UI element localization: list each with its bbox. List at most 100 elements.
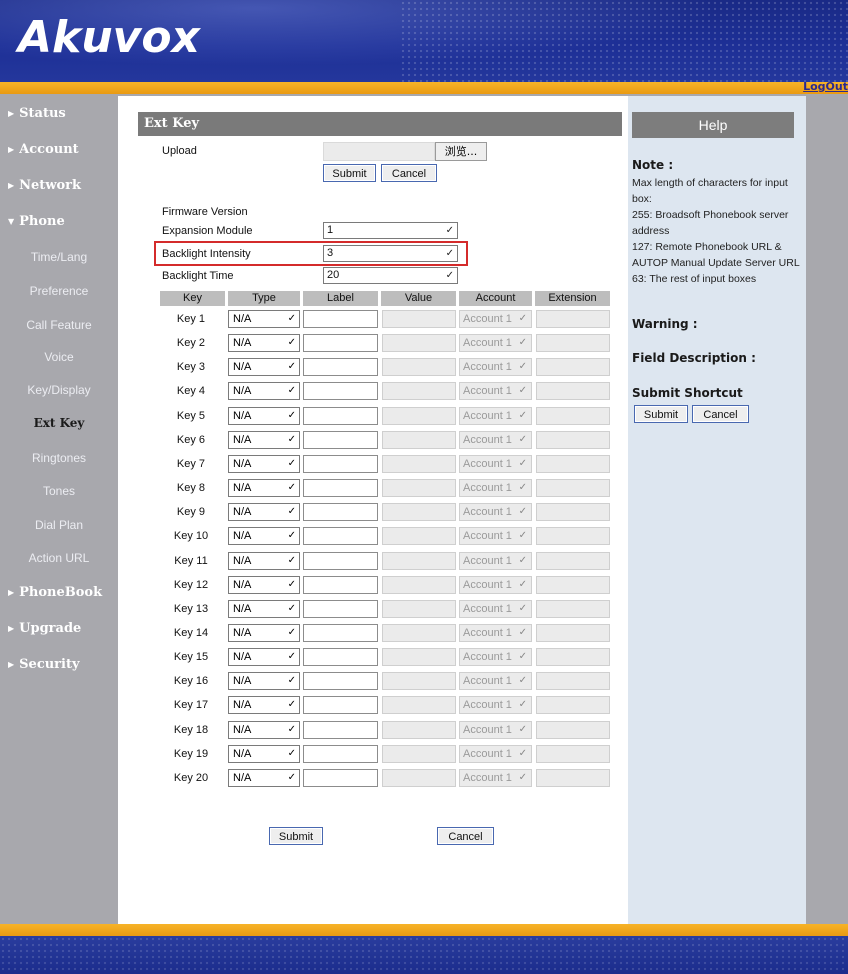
logout-link[interactable]: LogOut: [803, 80, 848, 93]
chevron-down-icon: ✓: [287, 385, 296, 396]
sidebar-item-network[interactable]: ▶ Network: [8, 178, 81, 200]
sidebar-item-key-display[interactable]: Key/Display: [0, 383, 118, 397]
chevron-down-icon: ✓: [518, 482, 527, 493]
key-type-select[interactable]: N/A ✓: [228, 552, 300, 570]
sidebar-item-voice[interactable]: Voice: [0, 350, 118, 364]
key-label-input[interactable]: [303, 334, 378, 352]
key-name: Key 17: [173, 699, 209, 711]
cancel-button[interactable]: Cancel: [437, 827, 494, 845]
key-label-input[interactable]: [303, 648, 378, 666]
sidebar-item-status[interactable]: ▶ Status: [8, 106, 66, 128]
key-type-select[interactable]: N/A ✓: [228, 769, 300, 787]
key-label-input[interactable]: [303, 310, 378, 328]
sidebar-item-security[interactable]: ▶ Security: [8, 657, 80, 679]
sidebar-item-preference[interactable]: Preference: [0, 284, 118, 298]
key-account-select: Account 1 ✓: [459, 479, 532, 497]
key-type-select[interactable]: N/A ✓: [228, 382, 300, 400]
shortcut-submit-button[interactable]: Submit: [634, 405, 688, 423]
key-type-select[interactable]: N/A ✓: [228, 721, 300, 739]
key-type-value: N/A: [233, 675, 252, 687]
key-type-select[interactable]: N/A ✓: [228, 600, 300, 618]
sidebar-item-call-feature[interactable]: Call Feature: [0, 318, 118, 332]
sidebar-item-phonebook[interactable]: ▶ PhoneBook: [8, 585, 102, 607]
sidebar-item-time-lang[interactable]: Time/Lang: [0, 250, 118, 264]
key-type-select[interactable]: N/A ✓: [228, 455, 300, 473]
key-label-input[interactable]: [303, 503, 378, 521]
key-label-input[interactable]: [303, 358, 378, 376]
key-label-input[interactable]: [303, 600, 378, 618]
triangle-right-icon: ▶: [8, 587, 15, 597]
key-extension-input: [536, 672, 610, 690]
key-label-input[interactable]: [303, 769, 378, 787]
upload-submit-button[interactable]: Submit: [323, 164, 376, 182]
key-value-input: [382, 479, 456, 497]
key-extension-input: [536, 576, 610, 594]
browse-button[interactable]: 浏览...: [435, 142, 487, 161]
key-label-input[interactable]: [303, 552, 378, 570]
backlight-time-label: Backlight Time: [162, 270, 234, 282]
key-label-input[interactable]: [303, 479, 378, 497]
key-type-select[interactable]: N/A ✓: [228, 696, 300, 714]
key-label-input[interactable]: [303, 382, 378, 400]
key-type-select[interactable]: N/A ✓: [228, 648, 300, 666]
chevron-down-icon: ✓: [518, 555, 527, 566]
key-type-select[interactable]: N/A ✓: [228, 503, 300, 521]
key-type-value: N/A: [233, 410, 252, 422]
sidebar-item-dial-plan[interactable]: Dial Plan: [0, 518, 118, 532]
key-extension-input: [536, 527, 610, 545]
key-type-value: N/A: [233, 651, 252, 663]
upload-cancel-button[interactable]: Cancel: [381, 164, 437, 182]
key-account-value: Account 1: [463, 410, 512, 422]
key-label-input[interactable]: [303, 696, 378, 714]
key-type-select[interactable]: N/A ✓: [228, 672, 300, 690]
key-type-select[interactable]: N/A ✓: [228, 576, 300, 594]
key-account-value: Account 1: [463, 361, 512, 373]
key-type-value: N/A: [233, 627, 252, 639]
key-extension-input: [536, 455, 610, 473]
key-type-select[interactable]: N/A ✓: [228, 334, 300, 352]
sidebar-item-upgrade[interactable]: ▶ Upgrade: [8, 621, 81, 643]
sidebar-item-ringtones[interactable]: Ringtones: [0, 451, 118, 465]
key-type-select[interactable]: N/A ✓: [228, 407, 300, 425]
key-label-input[interactable]: [303, 672, 378, 690]
key-type-value: N/A: [233, 337, 252, 349]
key-type-select[interactable]: N/A ✓: [228, 358, 300, 376]
key-type-select[interactable]: N/A ✓: [228, 431, 300, 449]
sidebar-item-action-url[interactable]: Action URL: [0, 551, 118, 565]
sidebar-item-label: PhoneBook: [19, 585, 103, 600]
sidebar-item-ext-key[interactable]: Ext Key: [0, 416, 118, 430]
key-label-input[interactable]: [303, 527, 378, 545]
key-name: Key 3: [176, 361, 206, 373]
shortcut-cancel-button[interactable]: Cancel: [692, 405, 749, 423]
key-name: Key 4: [176, 385, 206, 397]
sidebar-item-phone[interactable]: ▼ Phone: [8, 214, 65, 236]
akuvox-logo: Akuvox: [18, 12, 200, 63]
key-label-input[interactable]: [303, 407, 378, 425]
key-account-value: Account 1: [463, 675, 512, 687]
key-label-input[interactable]: [303, 624, 378, 642]
key-label-input[interactable]: [303, 721, 378, 739]
chevron-down-icon: ✓: [518, 361, 527, 372]
key-type-select[interactable]: N/A ✓: [228, 310, 300, 328]
key-label-input[interactable]: [303, 455, 378, 473]
key-type-select[interactable]: N/A ✓: [228, 527, 300, 545]
backlight-time-select[interactable]: 20 ✓: [323, 267, 458, 284]
key-type-select[interactable]: N/A ✓: [228, 624, 300, 642]
sidebar-item-label: Phone: [19, 214, 65, 229]
key-account-value: Account 1: [463, 506, 512, 518]
upload-file-field[interactable]: [323, 142, 435, 161]
key-type-value: N/A: [233, 482, 252, 494]
key-label-input[interactable]: [303, 576, 378, 594]
key-label-input[interactable]: [303, 431, 378, 449]
submit-button[interactable]: Submit: [269, 827, 323, 845]
sidebar-item-account[interactable]: ▶ Account: [8, 142, 79, 164]
key-extension-input: [536, 310, 610, 328]
chevron-down-icon: ✓: [287, 555, 296, 566]
key-type-select[interactable]: N/A ✓: [228, 745, 300, 763]
chevron-down-icon: ✓: [518, 530, 527, 541]
sidebar-item-tones[interactable]: Tones: [0, 484, 118, 498]
key-label-input[interactable]: [303, 745, 378, 763]
key-type-select[interactable]: N/A ✓: [228, 479, 300, 497]
backlight-intensity-select[interactable]: 3 ✓: [323, 245, 458, 262]
expansion-module-select[interactable]: 1 ✓: [323, 222, 458, 239]
